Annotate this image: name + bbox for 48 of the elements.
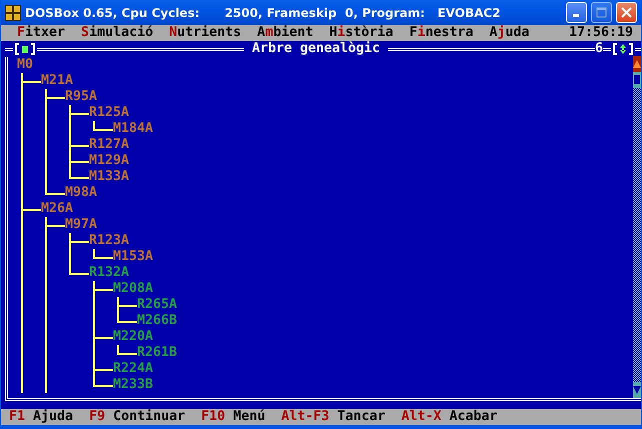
menu-item[interactable]: Fitxer <box>17 25 66 41</box>
tree-node-label[interactable]: M97A <box>65 217 98 233</box>
shortcut-hint[interactable]: Alt-X Acabar <box>401 409 498 425</box>
tree-node-label[interactable]: M184A <box>113 121 154 137</box>
maximize-icon <box>596 7 607 18</box>
tree-node-label[interactable]: M26A <box>41 201 74 217</box>
minimize-button[interactable] <box>566 2 587 23</box>
tree-node-label[interactable]: R132A <box>89 265 130 281</box>
tree-node-label[interactable]: M266B <box>137 313 178 329</box>
scroll-up-icon[interactable] <box>633 56 641 72</box>
clock: 17:56:19 <box>568 25 633 41</box>
dosbox-logo-icon <box>5 4 21 20</box>
shortcut-hint[interactable]: F10 Menú <box>201 409 266 425</box>
panel-title: Arbre genealògic <box>250 41 382 57</box>
close-button[interactable] <box>616 2 637 23</box>
tree-node-label[interactable]: M0 <box>17 57 34 73</box>
tree-node-label[interactable]: M233B <box>113 377 154 393</box>
menu-item[interactable]: Nutrients <box>169 25 242 41</box>
tree-node-label[interactable]: R125A <box>89 105 130 121</box>
tree-node-label[interactable]: M21A <box>41 73 74 89</box>
menu-item[interactable]: Ambient <box>257 25 314 41</box>
zoom-box-icon[interactable] <box>611 41 636 57</box>
tree-node-label[interactable]: M98A <box>65 185 98 201</box>
tree-node-label[interactable]: M129A <box>89 153 130 169</box>
scroll-thumb-icon[interactable] <box>633 72 641 88</box>
tree-node-label[interactable]: R95A <box>65 89 98 105</box>
tree-node-label[interactable]: R127A <box>89 137 130 153</box>
shortcut-hint[interactable]: F9 Continuar <box>89 409 186 425</box>
menu-item[interactable]: Història <box>329 25 394 41</box>
tree-node-label[interactable]: M220A <box>113 329 154 345</box>
tree-node-label[interactable]: R224A <box>113 361 154 377</box>
menu-item[interactable]: Finestra <box>409 25 474 41</box>
menu-item[interactable]: Simulació <box>81 25 154 41</box>
tree-node-label[interactable]: M133A <box>89 169 130 185</box>
menu-item[interactable]: Aj uda <box>489 25 530 41</box>
close-box-icon[interactable] <box>13 41 37 57</box>
window-title: DOSBox 0.65, Cpu Cycles: 2500, Frameskip 0, Program: EVOBAC2 <box>25 6 502 20</box>
tree-node-label[interactable]: R261B <box>137 345 178 361</box>
tree-node-label[interactable]: R265A <box>137 297 178 313</box>
shortcut-hint[interactable]: Alt-F3 Tancar <box>281 409 386 425</box>
tree-node-label[interactable]: R123A <box>89 233 130 249</box>
scroll-down-icon[interactable] <box>633 382 641 398</box>
shortcut-hint[interactable]: F1 Ajuda <box>9 409 74 425</box>
window-number: 6 <box>595 41 604 57</box>
close-icon <box>621 7 632 18</box>
vertical-scrollbar[interactable] <box>633 56 641 398</box>
tree-node-label[interactable]: M153A <box>113 249 154 265</box>
tree-node-label[interactable]: M208A <box>113 281 154 297</box>
